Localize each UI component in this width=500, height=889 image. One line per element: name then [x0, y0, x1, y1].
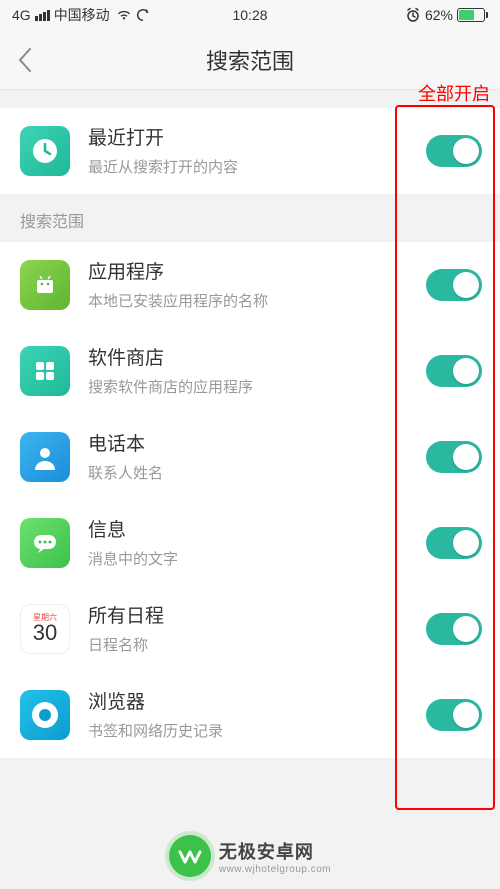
chevron-left-icon: [17, 47, 33, 73]
store-icon: [20, 346, 70, 396]
watermark: 无极安卓网 www.wjhotelgroup.com: [0, 835, 500, 877]
item-sub: 联系人姓名: [88, 462, 426, 483]
toggle-apps[interactable]: [426, 269, 482, 301]
wifi-icon: [116, 9, 132, 21]
item-title: 软件商店: [88, 345, 426, 374]
toggle-recent[interactable]: [426, 135, 482, 167]
section-header: 搜索范围: [0, 194, 500, 242]
item-apps: 应用程序 本地已安装应用程序的名称: [0, 242, 500, 328]
item-messages: 信息 消息中的文字: [0, 500, 500, 586]
item-title: 所有日程: [88, 603, 426, 632]
battery-pct: 62%: [425, 7, 453, 23]
battery-icon: [457, 8, 488, 22]
sync-icon: [136, 8, 150, 22]
item-title: 应用程序: [88, 259, 426, 288]
item-title: 最近打开: [88, 125, 426, 154]
item-title: 信息: [88, 517, 426, 546]
contact-icon: [20, 432, 70, 482]
message-icon: [20, 518, 70, 568]
item-sub: 本地已安装应用程序的名称: [88, 290, 426, 311]
back-button[interactable]: [0, 30, 50, 90]
item-title: 浏览器: [88, 689, 426, 718]
item-sub: 书签和网络历史记录: [88, 720, 426, 741]
clock-icon: [20, 126, 70, 176]
item-sub: 搜索软件商店的应用程序: [88, 376, 426, 397]
status-time: 10:28: [171, 7, 330, 23]
item-sub: 消息中的文字: [88, 548, 426, 569]
toggle-calendar[interactable]: [426, 613, 482, 645]
watermark-main: 无极安卓网: [219, 838, 331, 864]
annotation-label: 全部开启: [418, 80, 490, 106]
android-icon: [20, 260, 70, 310]
calendar-date: 30: [33, 622, 57, 644]
watermark-sub: www.wjhotelgroup.com: [219, 864, 331, 875]
toggle-messages[interactable]: [426, 527, 482, 559]
calendar-icon: 星期六 30: [20, 604, 70, 654]
toggle-browser[interactable]: [426, 699, 482, 731]
signal-type: 4G: [12, 7, 31, 23]
page-title: 搜索范围: [0, 44, 500, 76]
browser-icon: [20, 690, 70, 740]
item-browser: 浏览器 书签和网络历史记录: [0, 672, 500, 758]
item-contacts: 电话本 联系人姓名: [0, 414, 500, 500]
alarm-icon: [405, 7, 421, 23]
item-sub: 日程名称: [88, 634, 426, 655]
item-sub: 最近从搜索打开的内容: [88, 156, 426, 177]
item-title: 电话本: [88, 431, 426, 460]
signal-icon: [35, 10, 50, 21]
item-store: 软件商店 搜索软件商店的应用程序: [0, 328, 500, 414]
item-recent: 最近打开 最近从搜索打开的内容: [0, 108, 500, 194]
carrier-label: 中国移动: [54, 5, 110, 25]
status-bar: 4G 中国移动 10:28 62%: [0, 0, 500, 30]
toggle-store[interactable]: [426, 355, 482, 387]
watermark-logo-icon: [169, 835, 211, 877]
item-calendar: 星期六 30 所有日程 日程名称: [0, 586, 500, 672]
toggle-contacts[interactable]: [426, 441, 482, 473]
